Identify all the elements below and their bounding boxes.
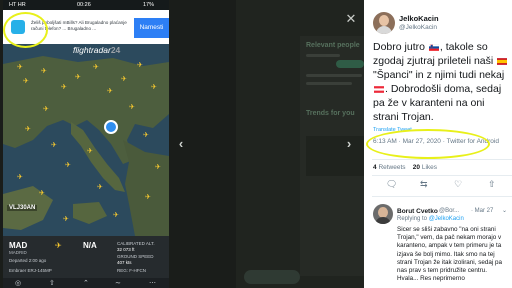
highlight-circle [3,12,48,48]
chevron-left-icon[interactable]: ‹ [174,137,188,151]
follow-button [336,60,364,68]
divider [372,196,512,197]
reply-text: Sicer se sliši zabavno "na oni strani Tr… [397,226,502,283]
likes-count[interactable]: 20 [413,164,420,171]
divider [372,159,512,160]
close-icon[interactable]: ✕ [344,12,358,26]
aircraft-type: Embraer ERJ-145MP [9,268,52,273]
slovenia-flag-icon [428,43,439,51]
retweet-icon[interactable]: ⇆ [420,179,428,189]
plane-icon: ✈ [17,174,23,181]
retweets-count[interactable]: 4 [373,164,377,171]
divider [372,175,512,176]
tweet-media-image[interactable]: HT HR 00:26 17% Želiš poboljšati mBills?… [3,0,169,288]
chevron-right-icon[interactable]: › [342,137,356,151]
relevant-people-heading: Relevant people [306,42,360,49]
install-button: Namesti [134,18,169,38]
plane-icon: ✈ [93,64,99,71]
plane-icon: ✈ [97,184,103,191]
heart-icon[interactable]: ♡ [454,179,462,189]
speed-label: GROUND SPEED [117,254,154,259]
tweet-text: Dobro jutro , takole so zgodaj zjutraj p… [373,40,509,124]
plane-icon: ✈ [87,148,93,155]
plane-icon: ✈ [75,74,81,81]
reply-date[interactable]: · Mar 27 [471,208,493,214]
author-handle[interactable]: @JelkoKacin [399,24,437,31]
background-pill [244,270,300,284]
flight-callsign: VLJ30AN [7,205,38,211]
tweet-stats: 4 Retweets 20 Likes [373,164,437,171]
reply-icon[interactable]: 🗨 [386,179,397,189]
altitude-label: CALIBRATED ALT. [117,241,155,246]
share-icon: ⇧ [49,280,55,287]
trends-panel [306,136,366,176]
plane-icon: ✈ [23,78,29,85]
spain-flag-icon [497,57,508,65]
plane-icon: ✈ [143,132,149,139]
share-icon[interactable]: ⇧ [488,179,496,189]
departed-text: Departed 2:00 ago [9,258,47,263]
plane-icon: ✈ [137,62,143,69]
phone-status-bar: HT HR 00:26 17% [3,0,169,10]
destination-code: N/A [83,241,97,250]
more-icon: ⋯ [149,280,156,287]
replying-to-handle[interactable]: @JelkoKacin [429,216,464,222]
registration: REG: F-HFCN [117,268,146,273]
chevron-up-icon: ⌃ [83,280,89,287]
clock-text: 00:26 [77,2,91,8]
plane-icon: ✈ [63,216,69,223]
retweets-label[interactable]: Retweets [378,164,405,171]
plane-icon: ✈ [121,76,127,83]
plane-icon: ✈ [41,68,47,75]
map-icon: ◎ [15,280,22,287]
placeholder-line [306,82,352,85]
reply-author-handle[interactable]: @Bor... [439,208,459,214]
plane-icon: ✈ [113,212,119,219]
origin-city: MADRID [9,250,27,255]
highlight-oval [366,129,490,159]
route-icon: ∼ [115,280,121,287]
flightradar-logo: flightradar24 [73,45,121,55]
trends-heading: Trends for you [306,110,355,117]
avatar[interactable] [373,12,395,34]
plane-icon: ✈ [51,142,57,149]
speed-value: 407 kts [117,260,132,265]
plane-icon: ✈ [107,88,113,95]
placeholder-line [306,54,340,57]
plane-icon: ✈ [151,84,157,91]
plane-icon: ✈ [155,164,161,171]
plane-icon: ✈ [65,162,71,169]
origin-code: MAD [9,241,28,250]
plane-icon: ✈ [61,84,67,91]
phone-tab-bar: ◎ ⇧ ⌃ ∼ ⋯ [3,278,169,288]
battery-text: 17% [143,2,155,8]
plane-icon: ✈ [39,190,45,197]
plane-icon: ✈ [25,126,31,133]
austria-flag-icon [374,85,384,93]
plane-icon: ✈ [129,104,135,111]
replying-to: Replying to @JelkoKacin [397,216,464,222]
reply-avatar[interactable] [373,204,393,224]
plane-icon: ✈ [43,106,49,113]
likes-label[interactable]: Likes [422,164,437,171]
reply-author-name[interactable]: Borut Cvetko [397,208,438,215]
placeholder-line [306,74,362,77]
tweet-detail-panel: JelkoKacin @JelkoKacin Dobro jutro , tak… [364,0,512,288]
chevron-down-icon[interactable]: ⌄ [502,207,507,214]
plane-icon: ✈ [17,64,23,71]
location-marker [104,120,118,134]
plane-icon: ✈ [145,194,151,201]
altitude-value: 32 073 ft [117,247,135,252]
carrier-text: HT HR [9,2,26,8]
author-name[interactable]: JelkoKacin [399,14,439,23]
plane-icon: ✈ [55,241,62,250]
